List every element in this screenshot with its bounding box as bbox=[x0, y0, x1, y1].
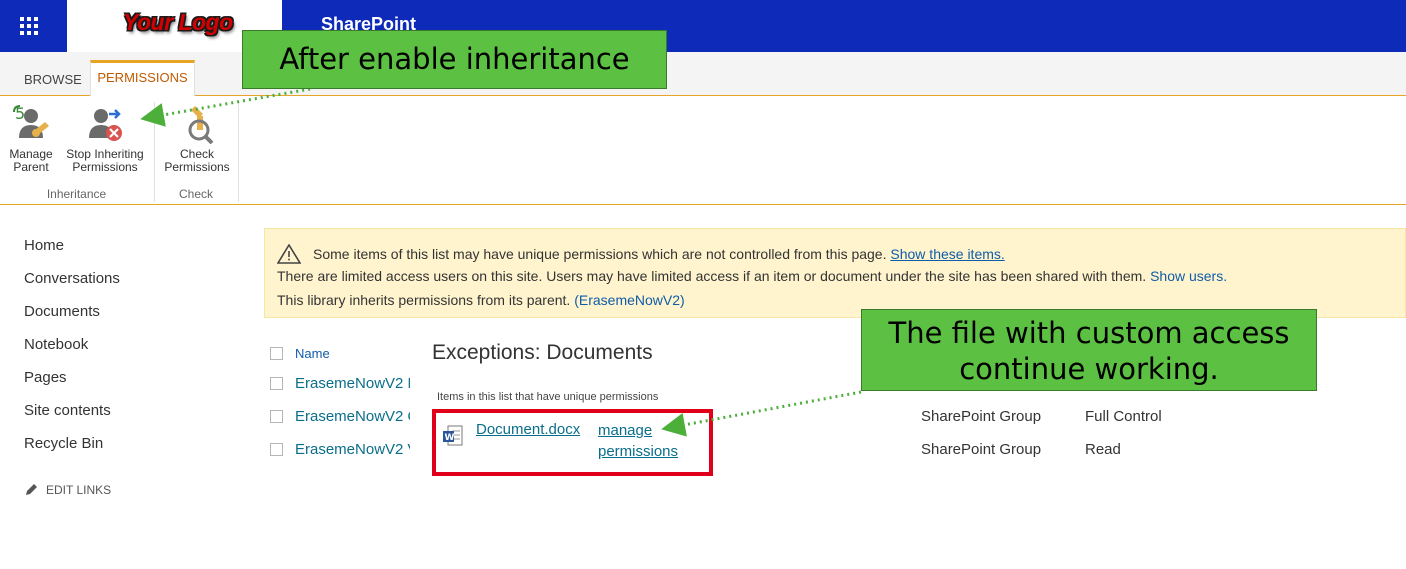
callout-line-1: The file with custom access bbox=[888, 316, 1290, 350]
callout-line-2: continue working. bbox=[959, 352, 1219, 386]
annotation-arrows bbox=[140, 87, 862, 437]
callout-after-enable-inheritance: After enable inheritance bbox=[242, 30, 667, 89]
callout-custom-access: The file with custom access continue wor… bbox=[861, 309, 1317, 391]
